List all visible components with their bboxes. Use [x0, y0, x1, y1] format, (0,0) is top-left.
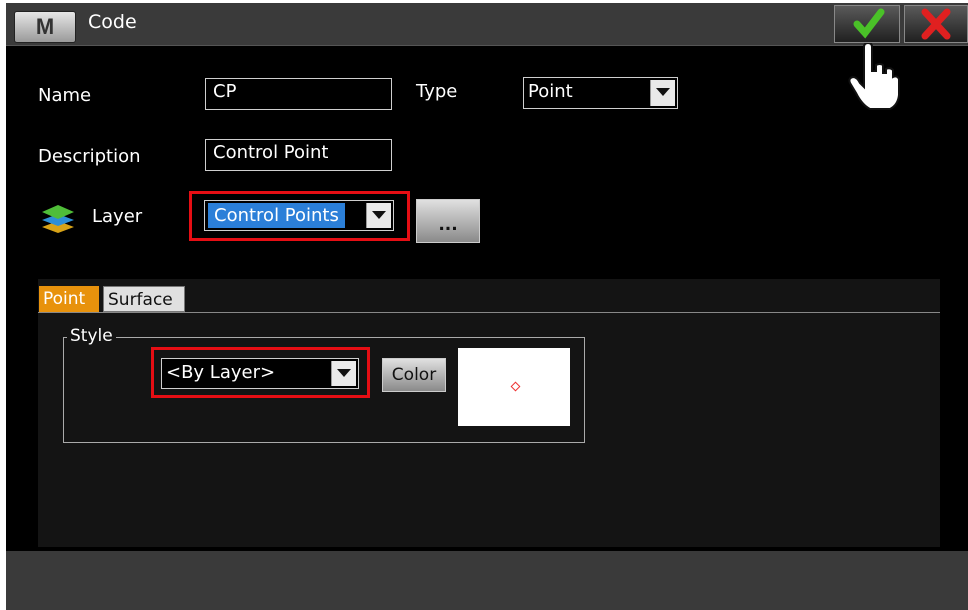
type-value: Point — [528, 81, 573, 102]
menu-button[interactable]: M — [14, 11, 76, 43]
description-label: Description — [38, 146, 141, 167]
dropdown-arrow-icon[interactable] — [650, 80, 675, 106]
name-field[interactable]: CP — [205, 78, 392, 110]
layers-icon — [42, 205, 74, 233]
check-icon — [853, 8, 885, 39]
title-bar: M Code — [6, 3, 968, 46]
dropdown-arrow-icon[interactable] — [331, 361, 356, 386]
cancel-button[interactable] — [904, 5, 968, 43]
layer-dropdown[interactable]: Control Points — [204, 200, 394, 231]
dropdown-arrow-icon[interactable] — [366, 203, 391, 228]
name-label: Name — [38, 85, 92, 106]
type-label: Type — [416, 81, 458, 102]
layer-value: Control Points — [208, 203, 345, 228]
window-title: Code — [88, 11, 137, 33]
tab-divider — [38, 312, 940, 313]
style-dropdown[interactable]: <By Layer> — [161, 358, 359, 389]
layer-label: Layer — [92, 206, 143, 227]
description-field[interactable]: Control Point — [205, 139, 392, 171]
type-dropdown[interactable]: Point — [523, 77, 678, 109]
tab-point[interactable]: Point — [39, 286, 99, 312]
close-icon — [921, 8, 951, 40]
hand-cursor-icon — [848, 43, 900, 110]
style-group-title: Style — [67, 326, 116, 346]
layer-browse-button[interactable]: ... — [416, 199, 480, 243]
color-button[interactable]: Color — [382, 358, 446, 392]
style-value: <By Layer> — [166, 362, 276, 383]
app-screen: M Code Name CP Type Point Description Co… — [6, 3, 968, 610]
bottom-bar — [6, 551, 968, 610]
tab-surface[interactable]: Surface — [103, 286, 185, 312]
accept-button[interactable] — [834, 5, 900, 43]
